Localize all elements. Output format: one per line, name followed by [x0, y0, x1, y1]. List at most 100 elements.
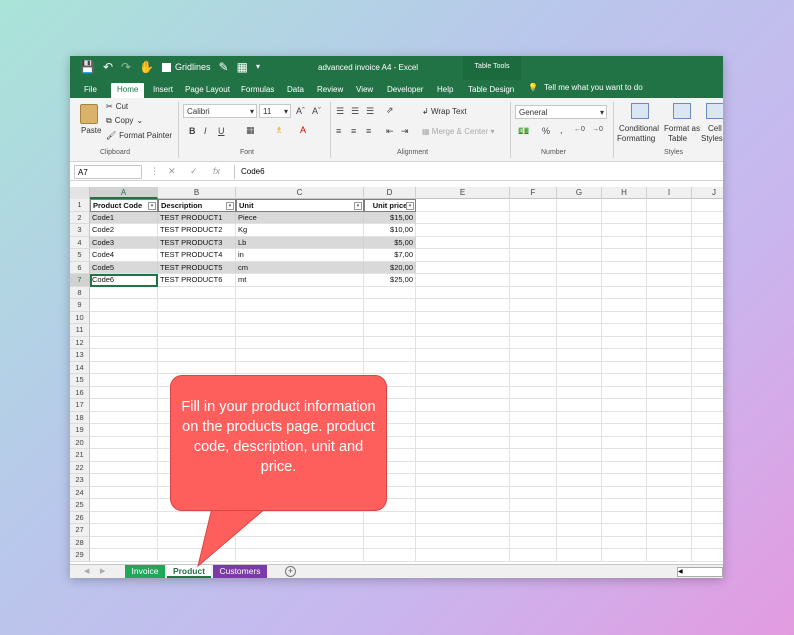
cell[interactable]: $15,00 [364, 211, 416, 224]
cell[interactable] [510, 324, 557, 337]
cell[interactable] [557, 461, 602, 474]
cell[interactable] [90, 461, 158, 474]
cell[interactable] [364, 549, 416, 562]
cell[interactable] [647, 474, 692, 487]
cell[interactable]: TEST PRODUCT1 [158, 211, 236, 224]
cell[interactable] [158, 511, 236, 524]
row-header[interactable]: 5 [70, 249, 90, 262]
cell[interactable] [510, 261, 557, 274]
cell[interactable] [602, 299, 647, 312]
paste-icon[interactable] [80, 104, 98, 124]
decrease-font-icon[interactable]: Aˇ [312, 106, 321, 116]
cell[interactable] [692, 249, 723, 262]
cell[interactable] [90, 349, 158, 362]
save-icon[interactable]: 💾 [80, 60, 95, 74]
cell[interactable] [90, 449, 158, 462]
cell[interactable] [416, 299, 510, 312]
cell[interactable] [364, 536, 416, 549]
cell[interactable] [158, 361, 236, 374]
row-header[interactable]: 17 [70, 399, 90, 412]
cell[interactable] [90, 286, 158, 299]
cell[interactable] [647, 511, 692, 524]
cell[interactable] [647, 411, 692, 424]
cancel-icon[interactable]: ✕ [168, 166, 176, 177]
cell[interactable] [692, 412, 723, 424]
cell[interactable] [602, 499, 647, 512]
cell[interactable] [602, 449, 647, 462]
cell[interactable] [236, 336, 364, 349]
conditional-formatting-button[interactable]: Conditional [619, 124, 659, 133]
align-middle-icon[interactable]: ☰ [351, 106, 359, 117]
cell[interactable] [692, 399, 723, 412]
table-header-cell[interactable]: Unit ▾ [236, 199, 364, 212]
tab-page-layout[interactable]: Page Layout [183, 83, 232, 98]
tab-insert[interactable]: Insert [151, 83, 175, 98]
cell[interactable] [416, 249, 510, 262]
cell[interactable] [416, 461, 510, 474]
cell[interactable] [90, 324, 158, 337]
row-header[interactable]: 15 [70, 374, 90, 387]
cell[interactable] [364, 324, 416, 337]
cell[interactable] [602, 536, 647, 549]
cell[interactable] [90, 536, 158, 549]
cell[interactable] [602, 324, 647, 337]
cell[interactable] [416, 499, 510, 512]
cell[interactable] [364, 286, 416, 299]
cell[interactable] [90, 486, 158, 499]
cell[interactable] [90, 436, 158, 449]
cell[interactable] [602, 424, 647, 437]
cell[interactable] [602, 336, 647, 349]
row-header[interactable]: 18 [70, 411, 90, 424]
cell[interactable] [647, 311, 692, 324]
cell[interactable]: $25,00 [364, 274, 416, 287]
cell[interactable] [692, 212, 723, 224]
cell[interactable] [557, 324, 602, 337]
increase-font-icon[interactable]: Aˆ [296, 106, 305, 116]
cell[interactable] [647, 399, 692, 412]
cell[interactable] [416, 361, 510, 374]
cell[interactable] [647, 336, 692, 349]
customize-qat-icon[interactable]: ▾ [256, 60, 260, 74]
cell[interactable] [510, 224, 557, 237]
cell[interactable] [510, 511, 557, 524]
cell[interactable]: Piece [236, 211, 364, 224]
cell[interactable] [692, 512, 723, 524]
cell[interactable] [557, 224, 602, 237]
cell[interactable] [510, 349, 557, 362]
row-header[interactable]: 21 [70, 449, 90, 462]
worksheet-grid[interactable]: ABCDEFGHIJ 1 Product Code ▾ Description ▾ Uni… [70, 187, 723, 564]
cell[interactable] [602, 486, 647, 499]
cell[interactable] [692, 537, 723, 549]
row-header[interactable]: 25 [70, 499, 90, 512]
row-header[interactable]: 9 [70, 299, 90, 312]
cell[interactable] [90, 524, 158, 537]
cell[interactable] [416, 224, 510, 237]
cell[interactable] [602, 286, 647, 299]
column-header-b[interactable]: B [158, 187, 236, 199]
cell[interactable] [236, 299, 364, 312]
cell[interactable] [510, 274, 557, 287]
filter-dropdown-icon[interactable]: ▾ [148, 202, 156, 210]
cell[interactable]: Kg [236, 224, 364, 237]
row-header[interactable]: 23 [70, 474, 90, 487]
conditional-formatting-icon[interactable] [631, 103, 649, 119]
bold-button[interactable]: B [189, 126, 196, 136]
borders-icon[interactable]: ▦ [246, 125, 255, 136]
row-header[interactable]: 12 [70, 336, 90, 349]
cell[interactable] [158, 349, 236, 362]
cell[interactable] [90, 511, 158, 524]
cell[interactable] [557, 286, 602, 299]
wrap-text-button[interactable]: ↲ Wrap Text [422, 107, 467, 116]
cell[interactable]: TEST PRODUCT2 [158, 224, 236, 237]
cell[interactable] [692, 349, 723, 362]
align-top-icon[interactable]: ☰ [336, 106, 344, 117]
align-bottom-icon[interactable]: ☰ [366, 106, 374, 117]
row-header[interactable]: 1 [70, 199, 90, 212]
cell[interactable]: Lb [236, 236, 364, 249]
cell[interactable] [416, 399, 510, 412]
cell[interactable] [236, 311, 364, 324]
cell[interactable] [647, 374, 692, 387]
cell[interactable] [647, 461, 692, 474]
sheet-tab-product[interactable]: Product [167, 565, 211, 578]
cell[interactable] [602, 374, 647, 387]
